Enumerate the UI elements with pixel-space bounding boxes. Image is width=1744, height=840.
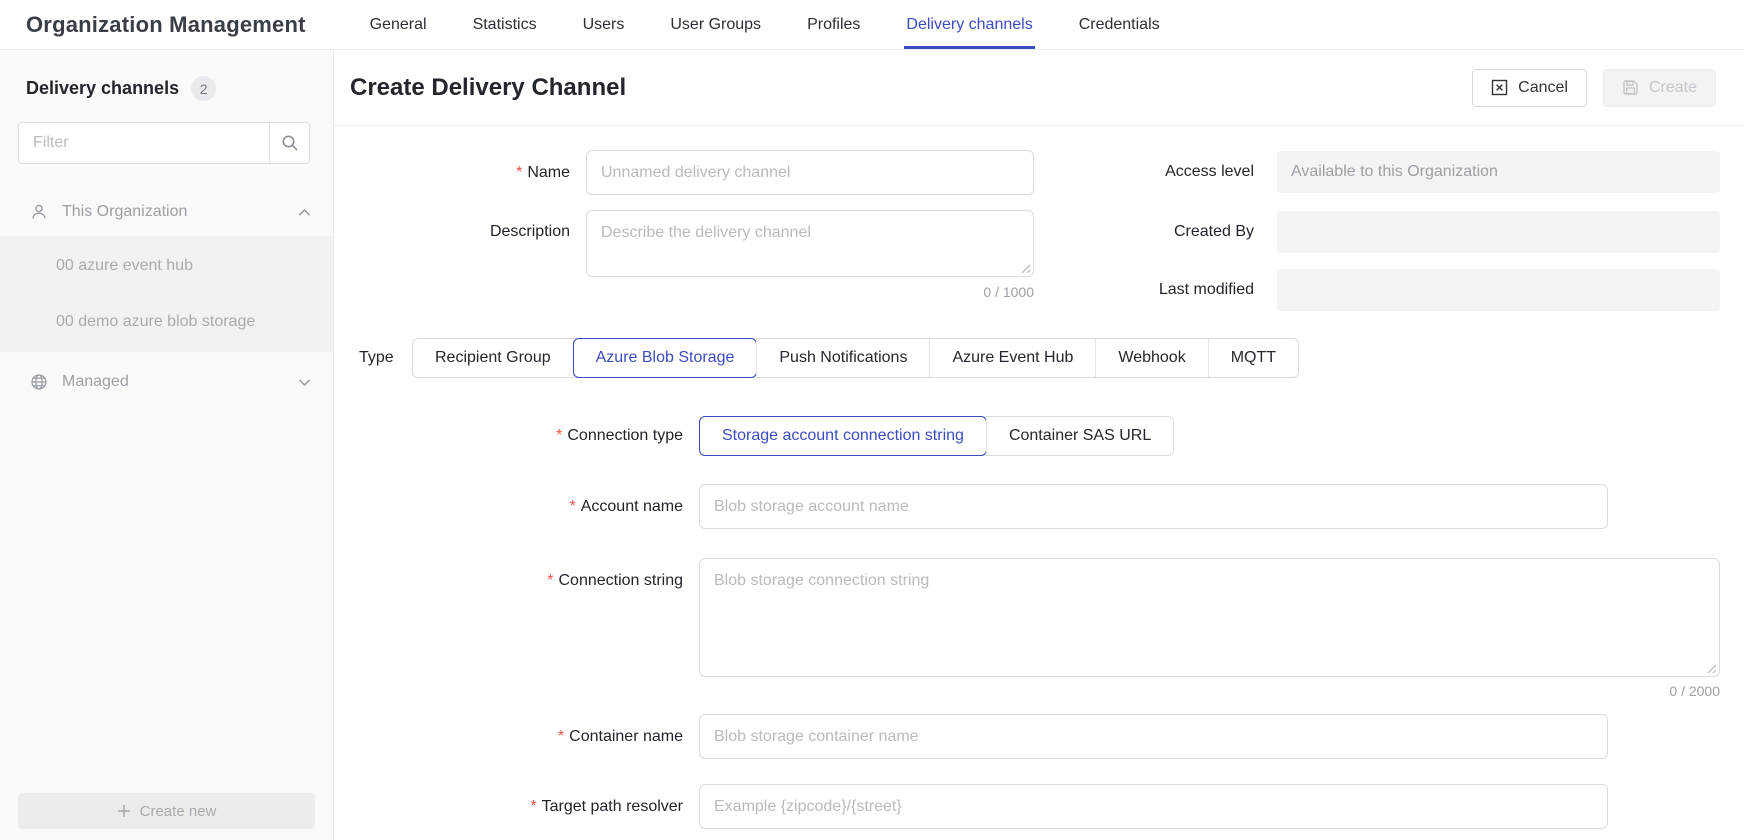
filter-input[interactable] [19, 123, 269, 163]
access-level-label: Access level [334, 151, 1254, 193]
main-nav: General Statistics Users User Groups Pro… [368, 0, 1162, 49]
last-modified-field [1277, 269, 1720, 311]
required-marker: * [558, 728, 564, 746]
cancel-box-icon [1491, 79, 1508, 96]
create-channel-form: * Name Description 0 / 1000 Access level… [334, 126, 1744, 840]
create-new-label: Create new [140, 803, 217, 820]
container-name-input[interactable] [699, 714, 1608, 759]
save-icon [1622, 79, 1639, 96]
connection-type-selector: Storage account connection string Contai… [699, 416, 1174, 456]
tree-children: 00 azure event hub 00 demo azure blob st… [0, 236, 333, 352]
globe-icon [30, 373, 48, 391]
tab-credentials[interactable]: Credentials [1077, 0, 1162, 49]
connection-type-label: * Connection type [334, 416, 683, 456]
connection-type-option-connection-string[interactable]: Storage account connection string [700, 417, 986, 455]
app-header: Organization Management General Statisti… [0, 0, 1744, 50]
connection-type-option-sas-url[interactable]: Container SAS URL [986, 417, 1173, 455]
type-option-webhook[interactable]: Webhook [1095, 339, 1207, 377]
container-name-label: * Container name [334, 714, 683, 759]
type-option-recipient-group[interactable]: Recipient Group [413, 339, 573, 377]
tab-profiles[interactable]: Profiles [805, 0, 862, 49]
main-header: Create Delivery Channel Cancel Create [334, 50, 1744, 126]
channel-count-badge: 2 [191, 76, 216, 101]
created-by-field [1277, 211, 1720, 253]
filter-search-button[interactable] [269, 123, 309, 163]
type-selector: Recipient Group Azure Blob Storage Push … [412, 338, 1299, 378]
type-option-push-notifications[interactable]: Push Notifications [756, 339, 929, 377]
channel-item-demo-azure-blob-storage[interactable]: 00 demo azure blob storage [0, 294, 333, 350]
connection-string-textarea[interactable] [699, 558, 1720, 677]
search-icon [281, 134, 299, 152]
tree-group-label: This Organization [62, 203, 187, 221]
filter-box [18, 122, 310, 164]
chevron-up-icon [298, 208, 311, 217]
tab-statistics[interactable]: Statistics [471, 0, 539, 49]
target-path-resolver-input[interactable] [699, 784, 1608, 829]
connection-string-field [699, 558, 1720, 677]
connection-string-counter: 0 / 2000 [699, 683, 1720, 699]
tab-general[interactable]: General [368, 0, 429, 49]
tab-user-groups[interactable]: User Groups [668, 0, 763, 49]
tab-delivery-channels[interactable]: Delivery channels [904, 0, 1034, 49]
app-title: Organization Management [26, 12, 306, 38]
tab-users[interactable]: Users [581, 0, 627, 49]
create-button[interactable]: Create [1603, 69, 1716, 107]
tree-group-label: Managed [62, 373, 129, 391]
required-marker: * [547, 572, 553, 590]
cancel-label: Cancel [1518, 79, 1568, 97]
type-option-mqtt[interactable]: MQTT [1208, 339, 1298, 377]
tree-group-this-organization[interactable]: This Organization [0, 188, 333, 236]
type-label: Type [359, 338, 402, 378]
created-by-label: Created By [334, 211, 1254, 253]
create-new-button[interactable]: Create new [18, 793, 315, 829]
account-name-input[interactable] [699, 484, 1608, 529]
chevron-down-icon [298, 378, 311, 387]
connection-string-label: * Connection string [334, 558, 683, 603]
plus-icon [117, 804, 131, 818]
access-level-field: Available to this Organization [1277, 151, 1720, 193]
tree-group-managed[interactable]: Managed [0, 358, 333, 406]
required-marker: * [569, 498, 575, 516]
channel-tree: This Organization 00 azure event hub 00 … [0, 188, 333, 406]
cancel-button[interactable]: Cancel [1472, 69, 1587, 107]
account-name-label: * Account name [334, 484, 683, 529]
sidebar-title: Delivery channels [26, 78, 179, 99]
last-modified-label: Last modified [334, 269, 1254, 311]
sidebar: Delivery channels 2 This Organization [0, 50, 334, 840]
required-marker: * [556, 427, 562, 445]
channel-item-azure-event-hub[interactable]: 00 azure event hub [0, 238, 333, 294]
person-icon [30, 203, 48, 221]
type-option-azure-event-hub[interactable]: Azure Event Hub [929, 339, 1095, 377]
type-option-azure-blob-storage[interactable]: Azure Blob Storage [573, 339, 757, 377]
create-label: Create [1649, 79, 1697, 97]
target-path-resolver-label: * Target path resolver [334, 784, 683, 829]
required-marker: * [530, 798, 536, 816]
page-title: Create Delivery Channel [350, 74, 626, 102]
